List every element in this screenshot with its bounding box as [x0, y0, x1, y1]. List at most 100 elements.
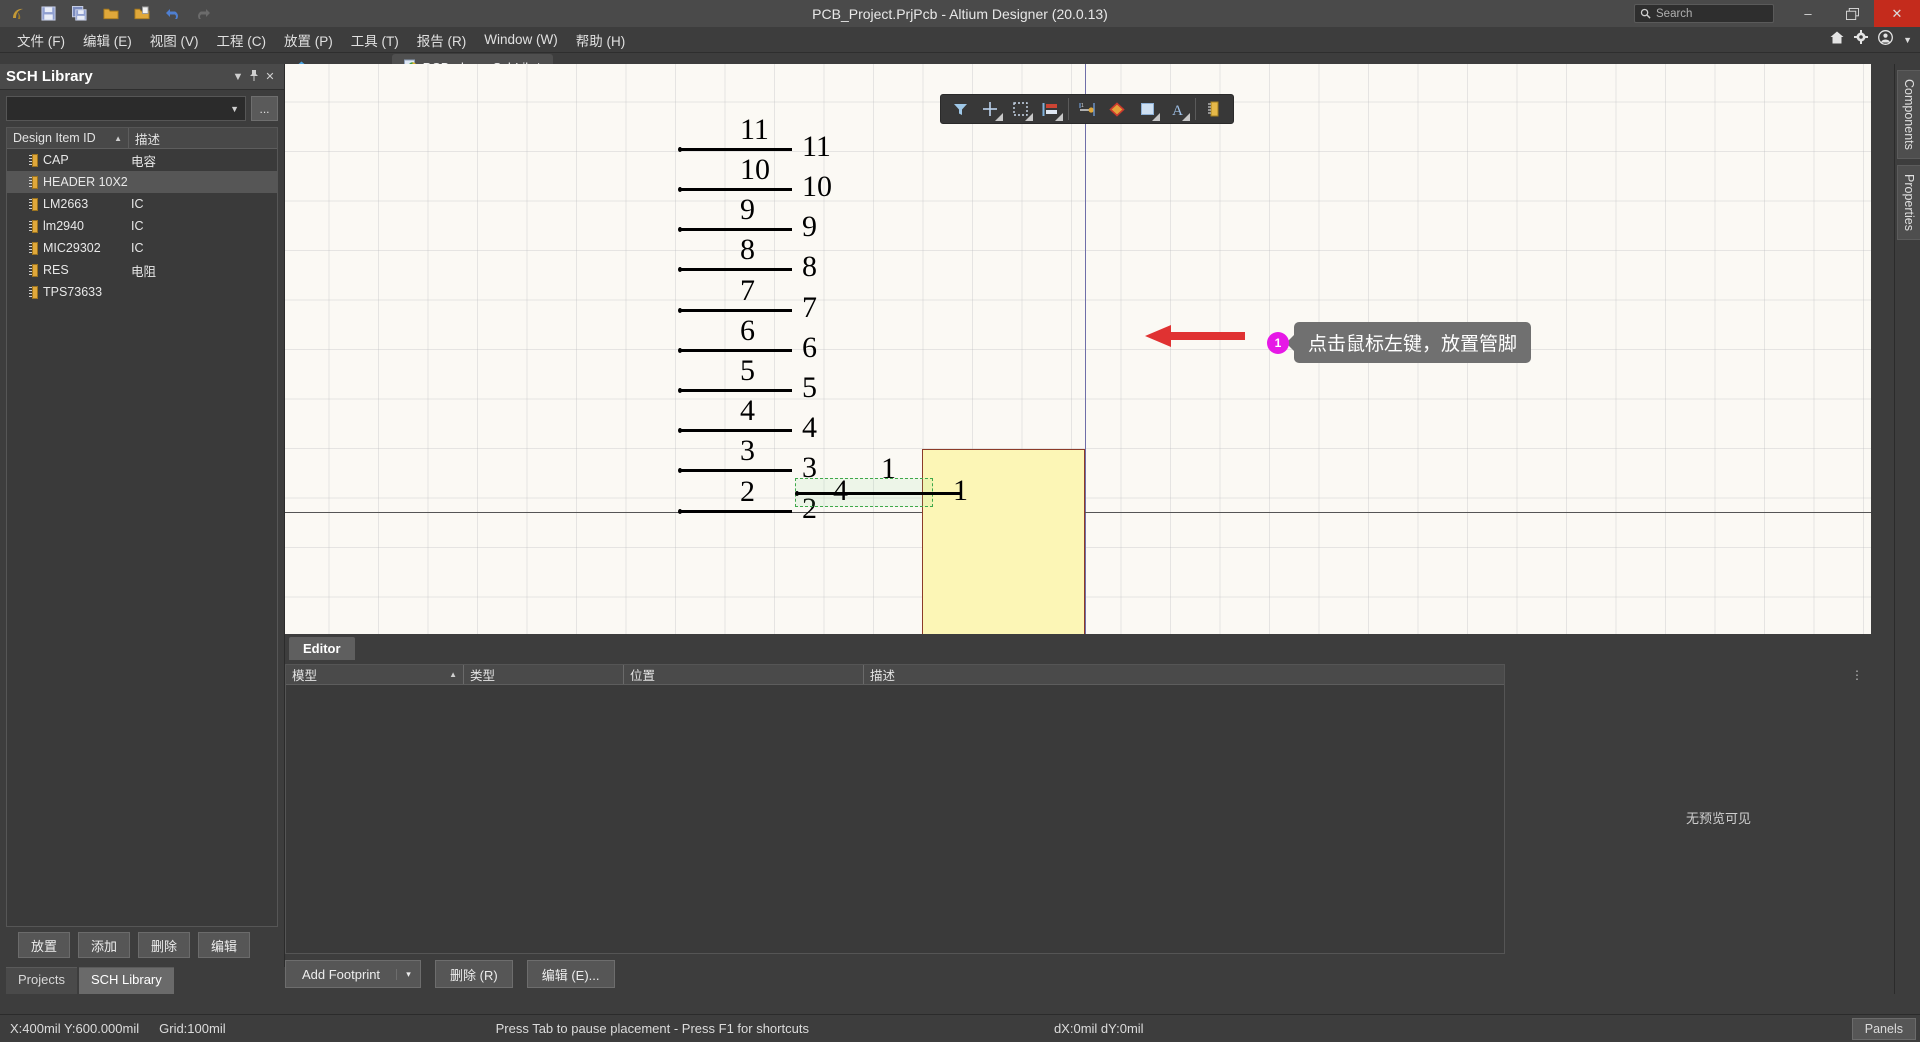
chevron-down-icon[interactable]: ▼ — [1903, 35, 1912, 45]
add-button[interactable]: 添加 — [78, 932, 130, 958]
close-icon[interactable]: ✕ — [262, 70, 278, 83]
delete-model-button[interactable]: 删除 (R) — [435, 960, 513, 988]
menu-file[interactable]: 文件 (F) — [8, 27, 74, 53]
crosshair-icon[interactable] — [975, 96, 1005, 122]
sch-library-panel: SCH Library ▼ ✕ ▼ ... Design Item ID ▲ 描… — [0, 64, 285, 994]
account-icon[interactable] — [1878, 29, 1894, 50]
menu-project[interactable]: 工程 (C) — [208, 27, 276, 53]
place-text-icon[interactable]: A — [1162, 96, 1192, 122]
status-bar: X:400mil Y:600.000mil Grid:100mil Press … — [0, 1014, 1920, 1042]
library-filter-combo[interactable]: ▼ — [6, 96, 246, 121]
home-icon[interactable] — [1830, 31, 1844, 49]
pin-designator: 9 — [740, 193, 755, 226]
place-rectangle-icon[interactable] — [1132, 96, 1162, 122]
pin-wire — [678, 428, 792, 433]
tab-editor[interactable]: Editor — [289, 637, 355, 660]
pin-wire — [678, 388, 792, 393]
menu-help[interactable]: 帮助 (H) — [567, 27, 635, 53]
chevron-down-icon[interactable]: ▼ — [230, 71, 246, 83]
place-button[interactable]: 放置 — [18, 932, 70, 958]
column-model-description[interactable]: 描述 — [864, 665, 1504, 684]
table-row[interactable]: LM2663 IC — [7, 193, 277, 215]
add-footprint-button[interactable]: Add Footprint ▾ — [285, 960, 422, 988]
align-icon[interactable] — [1035, 96, 1065, 122]
close-button[interactable]: ✕ — [1874, 0, 1920, 27]
chevron-down-icon — [995, 113, 1003, 121]
component-body-rectangle[interactable]: 1 — [922, 449, 1085, 634]
column-design-item-id-label: Design Item ID — [13, 131, 96, 145]
menu-edit[interactable]: 编辑 (E) — [74, 27, 141, 53]
library-browse-button[interactable]: ... — [251, 96, 278, 121]
pin-name: 7 — [802, 291, 817, 324]
open-project-icon[interactable] — [126, 1, 157, 27]
component-icon — [29, 285, 38, 299]
open-folder-icon[interactable] — [95, 1, 126, 27]
editor-tab-strip: Editor — [285, 634, 1871, 660]
pin-designator: 11 — [740, 113, 769, 146]
dock-tab-components[interactable]: Components — [1897, 70, 1920, 159]
edit-model-button[interactable]: 编辑 (E)... — [526, 960, 615, 988]
collapse-preview-icon[interactable]: ⋮ — [1851, 668, 1863, 682]
design-item-id-cell: TPS73633 — [7, 285, 129, 299]
column-design-item-id[interactable]: Design Item ID ▲ — [7, 128, 129, 148]
sch-library-panel-header: SCH Library ▼ ✕ — [0, 64, 284, 90]
quick-access-toolbar — [0, 1, 219, 27]
chevron-down-icon[interactable]: ▾ — [396, 968, 420, 980]
search-input[interactable]: Search — [1634, 4, 1774, 23]
sidebar-tab-sch-library[interactable]: SCH Library — [78, 967, 174, 994]
table-row[interactable]: RES 电阻 — [7, 259, 277, 281]
chevron-down-icon — [1182, 113, 1190, 121]
design-item-id-text: lm2940 — [43, 219, 84, 233]
title-bar: PCB_Project.PrjPcb - Altium Designer (20… — [0, 0, 1920, 27]
table-row[interactable]: TPS73633 — [7, 281, 277, 303]
menu-bar: 文件 (F) 编辑 (E) 视图 (V) 工程 (C) 放置 (P) 工具 (T… — [0, 27, 1920, 53]
column-model[interactable]: 模型 ▲ — [286, 665, 464, 684]
sidebar-tab-projects[interactable]: Projects — [6, 967, 77, 994]
pin-icon[interactable] — [246, 69, 262, 84]
menu-window[interactable]: Window (W) — [475, 29, 567, 50]
menu-bar-right-icons: ▼ — [1830, 29, 1912, 50]
design-item-id-cell: lm2940 — [7, 219, 129, 233]
menu-place[interactable]: 放置 (P) — [275, 27, 342, 53]
delete-button[interactable]: 删除 — [138, 932, 190, 958]
design-item-id-cell: LM2663 — [7, 197, 129, 211]
library-filter-row: ▼ ... — [0, 90, 284, 127]
model-table-header: 模型 ▲ 类型 位置 描述 — [286, 665, 1504, 685]
edit-button[interactable]: 编辑 — [198, 932, 250, 958]
save-all-icon[interactable] — [64, 1, 95, 27]
gear-icon[interactable] — [1854, 30, 1869, 49]
menu-tools[interactable]: 工具 (T) — [342, 27, 408, 53]
model-table[interactable]: 模型 ▲ 类型 位置 描述 — [285, 664, 1505, 954]
panels-button[interactable]: Panels — [1851, 1018, 1916, 1040]
filter-icon[interactable] — [945, 96, 975, 122]
table-row[interactable]: CAP 电容 — [7, 149, 277, 171]
menu-view[interactable]: 视图 (V) — [141, 27, 208, 53]
undo-icon[interactable] — [157, 1, 188, 27]
chevron-down-icon — [1152, 113, 1160, 121]
dock-tab-properties[interactable]: Properties — [1897, 164, 1920, 240]
pin-name: 5 — [802, 371, 817, 404]
minimize-button[interactable]: – — [1786, 0, 1830, 27]
pin-name: 11 — [802, 130, 831, 163]
redo-icon — [188, 1, 219, 27]
place-component-icon[interactable] — [1199, 96, 1229, 122]
table-row[interactable]: lm2940 IC — [7, 215, 277, 237]
description-cell: IC — [131, 219, 144, 233]
design-item-table-header: Design Item ID ▲ 描述 — [7, 128, 277, 149]
table-row[interactable]: HEADER 10X2 — [7, 171, 277, 193]
status-hint: Press Tab to pause placement - Press F1 … — [495, 1021, 809, 1036]
altium-logo-icon[interactable] — [2, 1, 33, 27]
place-pin-icon[interactable]: 1 — [1072, 96, 1102, 122]
design-item-id-text: RES — [43, 263, 69, 277]
column-location[interactable]: 位置 — [624, 665, 864, 684]
select-rectangle-icon[interactable] — [1005, 96, 1035, 122]
save-icon[interactable] — [33, 1, 64, 27]
column-type[interactable]: 类型 — [464, 665, 624, 684]
column-description[interactable]: 描述 — [129, 128, 277, 148]
design-item-id-cell: RES — [7, 263, 129, 277]
restore-button[interactable] — [1830, 0, 1874, 27]
place-polygon-icon[interactable] — [1102, 96, 1132, 122]
table-row[interactable]: MIC29302 IC — [7, 237, 277, 259]
menu-reports[interactable]: 报告 (R) — [408, 27, 476, 53]
schematic-canvas[interactable]: 11 11 10 10 9 9 8 8 7 7 6 6 5 5 4 4 3 3 … — [285, 64, 1871, 634]
